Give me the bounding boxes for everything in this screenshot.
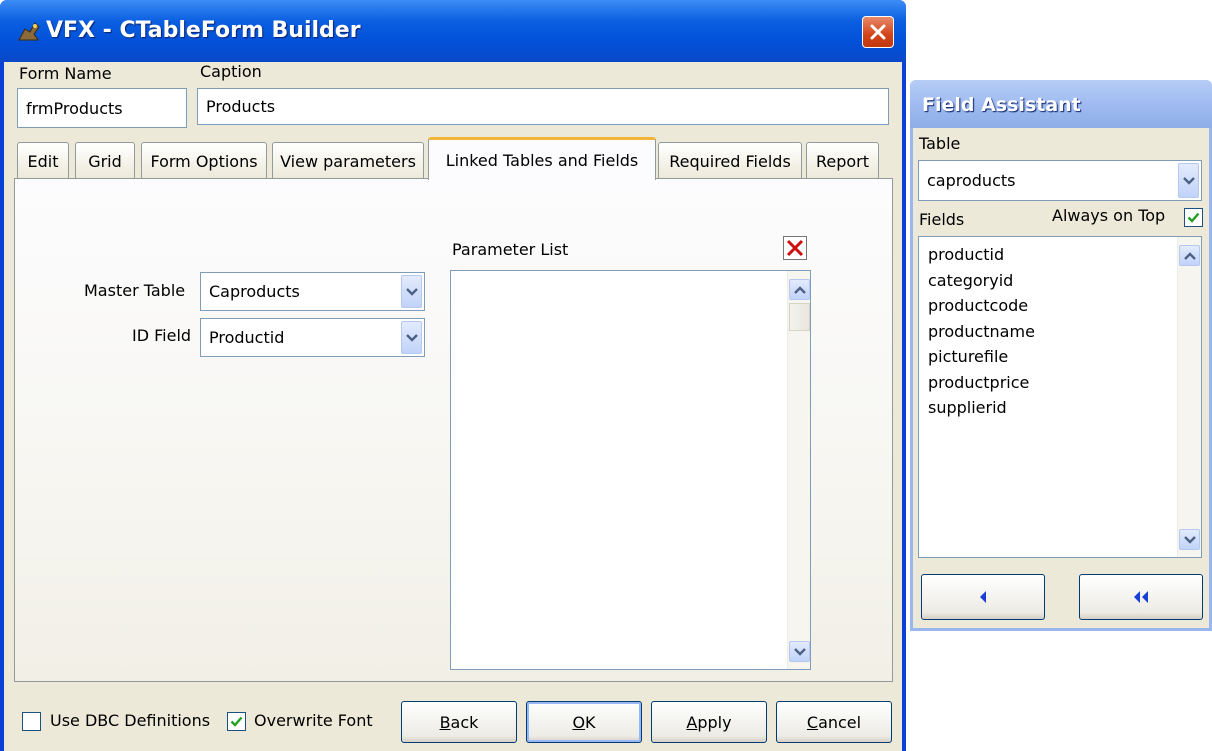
tab-label: Edit [27,151,59,171]
double-arrow-left-icon [1134,591,1148,603]
caption-field[interactable]: Products [197,88,889,125]
list-item[interactable]: productprice [928,370,1035,396]
scroll-up-button[interactable] [1179,245,1200,266]
id-field-label: ID Field [132,326,192,345]
fields-items: productid categoryid productcode product… [928,242,1035,421]
tab-label: Report [815,151,870,171]
checkmark-icon [1187,212,1200,223]
tab-grid[interactable]: Grid [75,142,135,179]
master-table-dropdown-button[interactable] [401,275,422,308]
chevron-down-icon [1183,535,1196,544]
list-item[interactable]: productname [928,319,1035,345]
master-table-combo[interactable]: Caproducts [200,272,425,311]
tab-view-parameters[interactable]: View parameters [272,142,424,179]
cancel-button[interactable]: Cancel [776,701,892,743]
apply-button[interactable]: Apply [651,701,767,743]
tab-label: Linked Tables and Fields [445,150,639,170]
chevron-up-icon [1183,251,1196,260]
tab-label: View parameters [280,151,416,171]
tab-report[interactable]: Report [806,142,879,179]
table-value: caproducts [927,171,1016,190]
list-item[interactable]: categoryid [928,268,1035,294]
id-field-combo[interactable]: Productid [200,318,425,357]
tab-required-fields[interactable]: Required Fields [658,142,802,179]
delete-x-icon [786,239,804,257]
list-item[interactable]: productid [928,242,1035,268]
clear-parameters-button[interactable] [783,236,807,260]
fields-list[interactable]: productid categoryid productcode product… [918,236,1202,558]
list-item[interactable]: productcode [928,293,1035,319]
table-label: Table [919,134,961,153]
close-button[interactable] [862,16,894,48]
back-button[interactable]: Back [401,701,517,743]
insert-field-button[interactable] [921,574,1045,620]
app-icon [16,20,42,44]
always-on-top-checkbox[interactable] [1184,208,1203,227]
table-combo[interactable]: caproducts [918,160,1202,201]
use-dbc-checkbox[interactable] [22,712,41,731]
arrow-left-icon [980,591,986,603]
tab-form-options[interactable]: Form Options [141,142,267,179]
chevron-down-icon [405,287,418,296]
always-on-top-label: Always on Top [1052,206,1166,225]
scroll-thumb[interactable] [789,303,810,331]
parameter-list-scrollbar[interactable] [787,271,810,669]
master-table-value: Caproducts [209,282,300,301]
parameter-list[interactable] [450,270,811,670]
id-field-dropdown-button[interactable] [401,321,422,354]
field-assistant-title: Field Assistant [922,94,1081,116]
ok-button[interactable]: OK [526,701,642,743]
tab-label: Required Fields [669,151,791,171]
insert-all-fields-button[interactable] [1079,574,1203,620]
list-item[interactable]: picturefile [928,344,1035,370]
field-assistant-title-bar[interactable]: Field Assistant [910,80,1212,128]
tab-linked-tables-and-fields[interactable]: Linked Tables and Fields [428,137,656,180]
title-bar[interactable]: VFX - CTableForm Builder [0,0,906,62]
parameter-list-label: Parameter List [452,240,569,259]
table-dropdown-button[interactable] [1178,163,1199,198]
chevron-down-icon [793,647,806,656]
window-title: VFX - CTableForm Builder [46,18,361,43]
close-icon [870,24,886,40]
scroll-down-button[interactable] [789,641,810,662]
tab-label: Grid [88,151,122,171]
master-table-label: Master Table [84,281,186,300]
chevron-down-icon [1182,176,1195,185]
list-item[interactable]: supplierid [928,395,1035,421]
chevron-down-icon [405,333,418,342]
overwrite-font-label: Overwrite Font [254,711,373,730]
form-name-label: Form Name [19,64,112,83]
use-dbc-label: Use DBC Definitions [50,711,211,730]
fields-label: Fields [919,210,965,229]
fields-list-scrollbar[interactable] [1177,237,1201,557]
tab-label: Form Options [150,151,258,171]
tab-edit[interactable]: Edit [17,142,69,179]
scroll-down-button[interactable] [1179,529,1200,550]
checkmark-icon [230,716,243,727]
caption-label: Caption [200,62,262,81]
scroll-up-button[interactable] [789,279,810,300]
chevron-up-icon [793,285,806,294]
id-field-value: Productid [209,328,285,347]
overwrite-font-checkbox[interactable] [227,712,246,731]
form-name-field[interactable]: frmProducts [17,88,187,128]
